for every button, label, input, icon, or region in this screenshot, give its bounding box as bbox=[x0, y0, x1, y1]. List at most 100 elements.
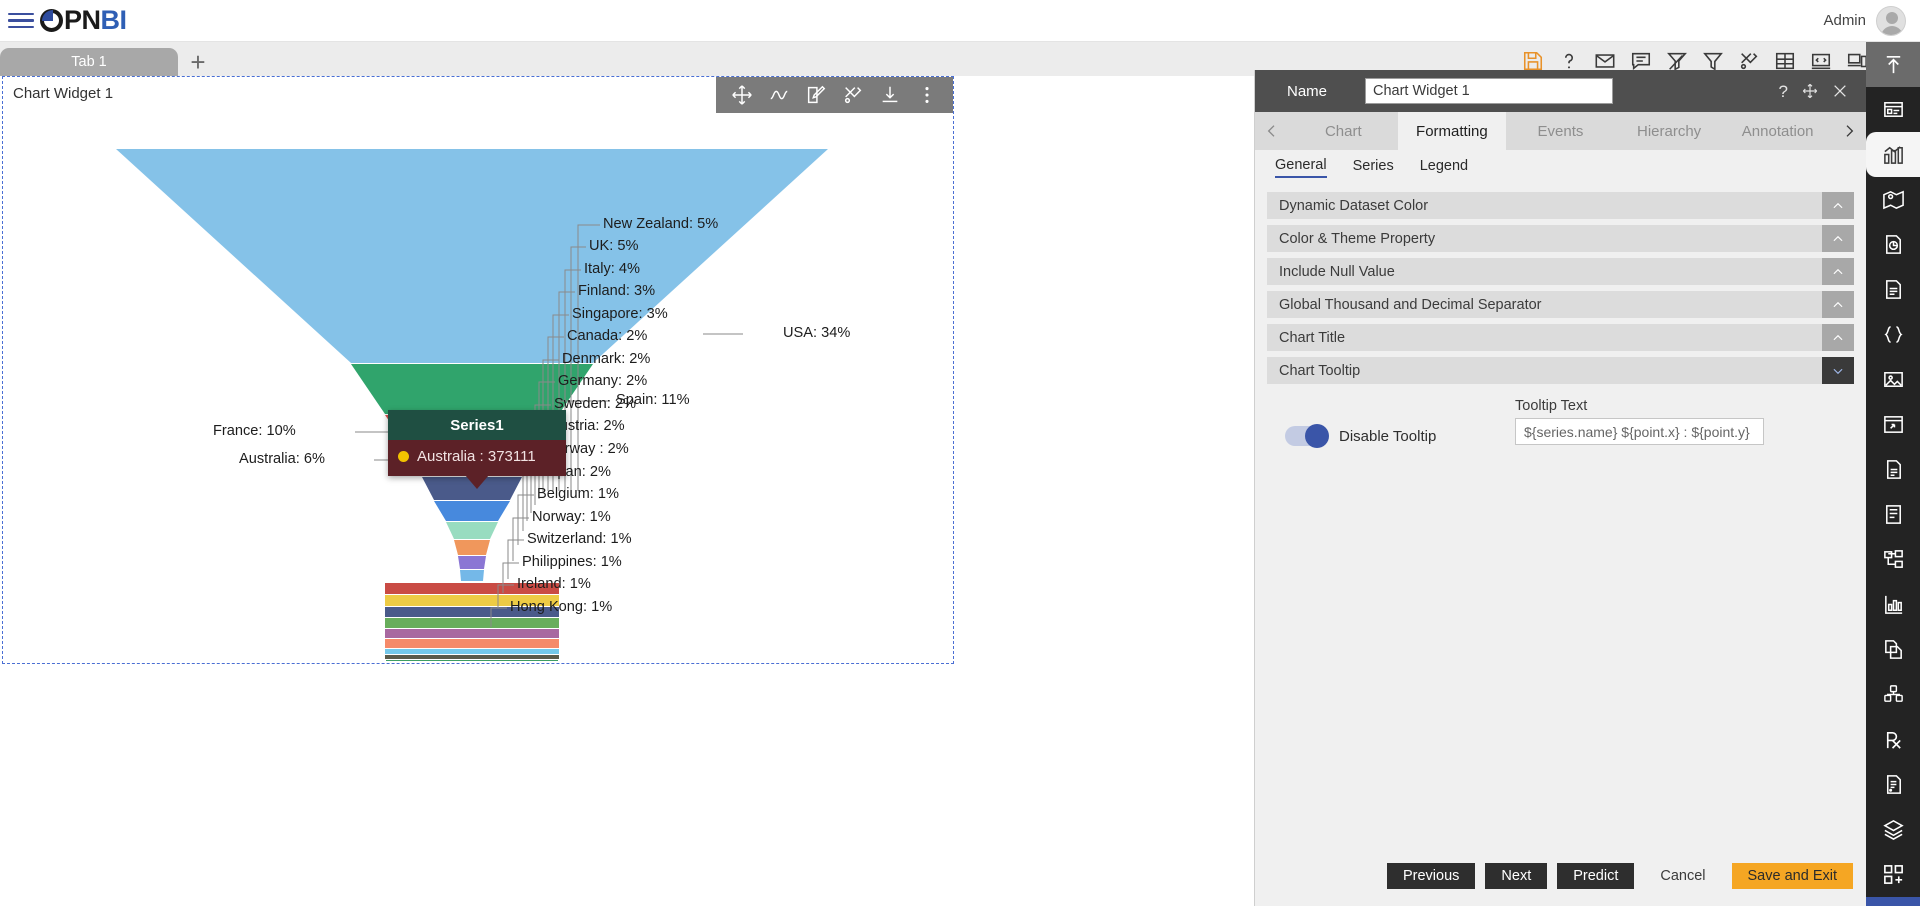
mail-icon[interactable] bbox=[1594, 50, 1616, 72]
code-braces-icon[interactable] bbox=[1866, 312, 1920, 357]
accordion-chart-tooltip[interactable]: Chart Tooltip bbox=[1267, 357, 1854, 384]
subtab-series[interactable]: Series bbox=[1353, 158, 1394, 177]
download-icon[interactable] bbox=[879, 84, 901, 106]
clear-filter-icon[interactable] bbox=[1666, 50, 1688, 72]
accordion-label: Chart Tooltip bbox=[1279, 362, 1361, 379]
comment-icon[interactable] bbox=[1630, 50, 1652, 72]
next-button[interactable]: Next bbox=[1485, 863, 1548, 889]
prescription-icon[interactable] bbox=[1866, 717, 1920, 762]
tooltip-value-text: Australia : 373111 bbox=[417, 448, 536, 465]
tab-events[interactable]: Events bbox=[1506, 112, 1615, 150]
app-root: PN BI Admin Tab 1 + Chart Widget 1 USA: … bbox=[0, 0, 1920, 906]
save-and-exit-button[interactable]: Save and Exit bbox=[1731, 863, 1853, 889]
bar-chart-icon[interactable] bbox=[1866, 582, 1920, 627]
accordion-dynamic-dataset-color[interactable]: Dynamic Dataset Color bbox=[1267, 192, 1854, 219]
chevron-up-icon[interactable] bbox=[1822, 258, 1854, 285]
subtab-general[interactable]: General bbox=[1275, 157, 1327, 178]
predict-button[interactable]: Predict bbox=[1557, 863, 1635, 889]
funnel-chart[interactable]: USA: 34% Spain: 11% France: 10% Australi… bbox=[3, 121, 955, 677]
image-icon[interactable] bbox=[1866, 357, 1920, 402]
file-icon[interactable] bbox=[1866, 447, 1920, 492]
funnel-label-item: Norway: 1% bbox=[532, 509, 611, 525]
tab-1[interactable]: Tab 1 bbox=[0, 48, 178, 76]
logo-mark-icon bbox=[40, 9, 63, 32]
disable-tooltip-toggle[interactable] bbox=[1285, 424, 1329, 448]
funnel-label-item: Germany: 2% bbox=[558, 373, 648, 389]
funnel-label-australia: Australia: 6% bbox=[239, 451, 325, 467]
accordion-chart-title[interactable]: Chart Title bbox=[1267, 324, 1854, 351]
avatar[interactable] bbox=[1876, 5, 1906, 36]
accordion-global-separator[interactable]: Global Thousand and Decimal Separator bbox=[1267, 291, 1854, 318]
funnel-label-item: Ireland: 1% bbox=[517, 576, 591, 592]
panel-subtabs: General Series Legend bbox=[1255, 150, 1866, 184]
form-icon[interactable] bbox=[1866, 492, 1920, 537]
funnel-label-item: Switzerland: 1% bbox=[527, 531, 632, 547]
scribble-icon[interactable] bbox=[768, 84, 790, 106]
funnel-label-item: Hong Kong: 1% bbox=[510, 599, 613, 615]
accordion-color-theme-property[interactable]: Color & Theme Property bbox=[1267, 225, 1854, 252]
help-icon[interactable] bbox=[1558, 50, 1580, 72]
chart-tooltip-settings: Disable Tooltip Tooltip Text bbox=[1255, 398, 1866, 488]
add-tab-button[interactable]: + bbox=[178, 48, 218, 76]
save-icon[interactable] bbox=[1522, 50, 1544, 72]
subtab-legend[interactable]: Legend bbox=[1420, 158, 1468, 177]
widget-name-input[interactable] bbox=[1365, 78, 1613, 104]
move-icon[interactable] bbox=[731, 84, 753, 106]
collapse-up-icon[interactable] bbox=[1866, 42, 1920, 87]
table-icon[interactable] bbox=[1774, 50, 1796, 72]
tools-icon[interactable] bbox=[1738, 50, 1760, 72]
panel-tabs: Chart Formatting Events Hierarchy Annota… bbox=[1255, 112, 1866, 150]
tab-hierarchy[interactable]: Hierarchy bbox=[1615, 112, 1724, 150]
chevron-up-icon[interactable] bbox=[1822, 324, 1854, 351]
previous-button[interactable]: Previous bbox=[1386, 863, 1476, 889]
iframe-icon[interactable] bbox=[1866, 402, 1920, 447]
copy-doc-icon[interactable] bbox=[1866, 627, 1920, 672]
accordion-label: Global Thousand and Decimal Separator bbox=[1279, 296, 1542, 313]
tooltip-arrow-icon bbox=[465, 475, 489, 489]
move-icon[interactable] bbox=[1802, 83, 1818, 99]
tooltip-text-input[interactable] bbox=[1515, 418, 1764, 445]
grid-plus-icon[interactable] bbox=[1866, 852, 1920, 897]
code-icon[interactable] bbox=[1810, 50, 1832, 72]
layers-icon[interactable] bbox=[1866, 807, 1920, 852]
map-icon[interactable] bbox=[1866, 177, 1920, 222]
funnel-label-item: New Zealand: 5% bbox=[603, 216, 719, 232]
help-icon[interactable]: ? bbox=[1779, 83, 1788, 100]
user-name: Admin bbox=[1823, 12, 1866, 29]
funnel-label-item: Canada: 2% bbox=[567, 328, 648, 344]
more-icon[interactable] bbox=[916, 84, 938, 106]
close-icon[interactable] bbox=[1832, 83, 1848, 99]
tabs-next-button[interactable] bbox=[1832, 112, 1866, 150]
tabs-prev-button[interactable] bbox=[1255, 112, 1289, 150]
doc-list-icon[interactable] bbox=[1866, 762, 1920, 807]
filter-icon[interactable] bbox=[1702, 50, 1724, 72]
tab-formatting[interactable]: Formatting bbox=[1397, 112, 1507, 150]
hierarchy-icon[interactable] bbox=[1866, 537, 1920, 582]
accordion-label: Color & Theme Property bbox=[1279, 230, 1436, 247]
cancel-button[interactable]: Cancel bbox=[1644, 863, 1721, 889]
cubes-icon[interactable] bbox=[1866, 672, 1920, 717]
chevron-up-icon[interactable] bbox=[1822, 192, 1854, 219]
chevron-up-icon[interactable] bbox=[1822, 225, 1854, 252]
widget-toolbar bbox=[716, 77, 953, 113]
menu-icon[interactable] bbox=[8, 9, 34, 33]
download-icon[interactable] bbox=[1866, 897, 1920, 906]
accordion-include-null-value[interactable]: Include Null Value bbox=[1267, 258, 1854, 285]
widget-card-icon[interactable] bbox=[1866, 87, 1920, 132]
tab-chart[interactable]: Chart bbox=[1289, 112, 1398, 150]
tab-annotation[interactable]: Annotation bbox=[1723, 112, 1832, 150]
chevron-up-icon[interactable] bbox=[1822, 291, 1854, 318]
chart-icon[interactable] bbox=[1866, 132, 1920, 177]
chevron-down-icon[interactable] bbox=[1822, 357, 1854, 384]
document-icon[interactable] bbox=[1866, 267, 1920, 312]
pie-doc-icon[interactable] bbox=[1866, 222, 1920, 267]
chart-widget[interactable]: Chart Widget 1 USA: 34% Spain: 11% Franc… bbox=[2, 76, 955, 677]
funnel-label-item: Singapore: 3% bbox=[572, 306, 668, 322]
widget-title: Chart Widget 1 bbox=[13, 85, 114, 102]
responsive-icon[interactable] bbox=[1846, 50, 1868, 72]
funnel-label-item: Sweden: 2% bbox=[554, 396, 636, 412]
app-logo: PN BI bbox=[40, 5, 127, 36]
tools-icon[interactable] bbox=[842, 84, 864, 106]
edit-icon[interactable] bbox=[805, 84, 827, 106]
logo-text-bi: BI bbox=[100, 5, 128, 35]
